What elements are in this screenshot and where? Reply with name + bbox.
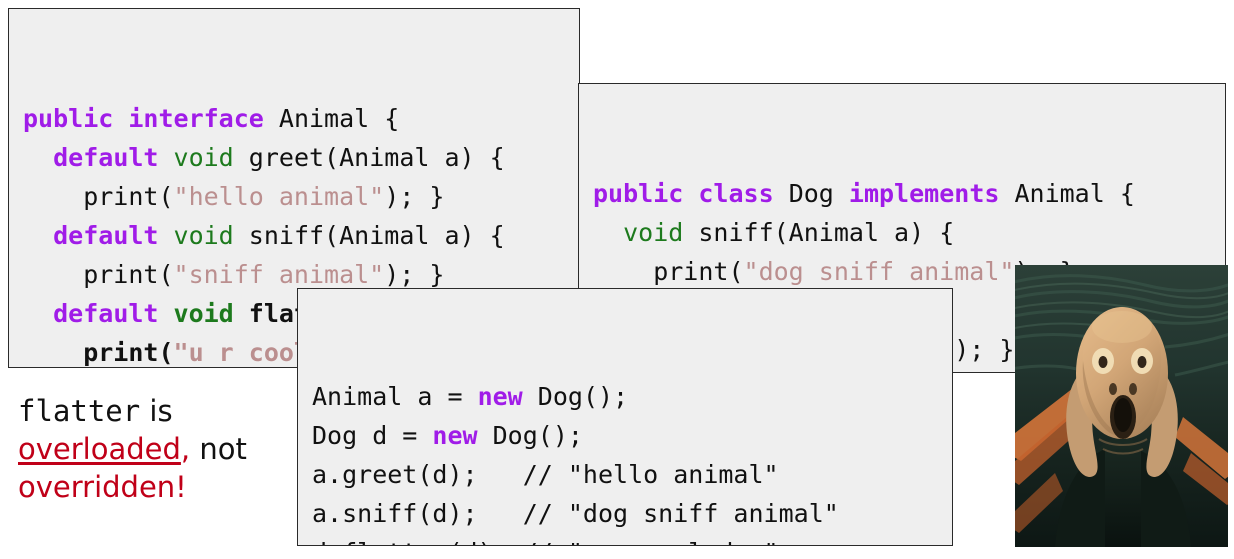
code-token: Dog [773, 179, 849, 208]
code-token: public [593, 179, 684, 208]
code-token: ); } [954, 335, 1015, 364]
code-line: d.flatter(d); // "u r cool dog" [312, 533, 952, 545]
the-scream-illustration [1015, 265, 1228, 547]
code-token: void [173, 143, 234, 172]
code-panel-usage-example: Animal a = new Dog(); Dog d = new Dog(); a… [297, 288, 953, 546]
code-line: Dog d = new Dog(); [312, 416, 952, 455]
code-token: void [623, 218, 684, 247]
code-token: Dog d = [312, 421, 433, 450]
code-token: print( [23, 260, 174, 289]
code-token: d.flatter(d); // "u r cool dog" [312, 538, 779, 545]
code-token: Dog(); [477, 421, 583, 450]
code-line: print("hello animal"); } [23, 177, 579, 216]
code-token: "hello animal" [173, 182, 385, 211]
code-line: a.sniff(d); // "dog sniff animal" [312, 494, 952, 533]
code-line: default void sniff(Animal a) { [23, 216, 579, 255]
annotation-comma: , [180, 432, 191, 466]
annotation-verb: is [140, 394, 173, 428]
code-token: default [53, 221, 159, 250]
code-line: a.greet(d); // "hello animal" [312, 455, 952, 494]
code-token: new [432, 421, 478, 450]
code-token: public [23, 104, 114, 133]
code-token: a.greet(d); // "hello animal" [312, 460, 779, 489]
code-lines-usage-example: Animal a = new Dog(); Dog d = new Dog(); a… [312, 377, 952, 545]
code-token: class [698, 179, 774, 208]
code-token: Dog(); [522, 382, 629, 411]
code-token: print( [593, 257, 744, 286]
code-line: void sniff(Animal a) { [593, 213, 1225, 252]
code-line: Animal a = new Dog(); [312, 377, 952, 416]
slide-canvas: public interface Animal { default void g… [0, 0, 1234, 559]
code-token: ); } [384, 260, 445, 289]
annotation-emphasis-overloaded: overloaded [18, 432, 181, 466]
code-line: public class Dog implements Animal { [593, 174, 1225, 213]
code-token: Animal { [263, 104, 400, 133]
code-token: print( [23, 182, 174, 211]
code-line: default void greet(Animal a) { [23, 138, 579, 177]
annotation-line-2: overloaded, not [18, 430, 288, 468]
code-token: greet(Animal a) { [233, 143, 505, 172]
annotation-overloaded-not-overridden: flatter is overloaded, not overridden! [18, 392, 288, 506]
code-token: "dog sniff animal" [743, 257, 1015, 286]
annotation-overridden: overridden! [18, 470, 187, 504]
annotation-not: not [190, 432, 247, 466]
annotation-line-1: flatter is [18, 392, 288, 430]
code-token: sniff(Animal a) { [683, 218, 955, 247]
code-token: default [53, 143, 159, 172]
code-token: implements [848, 179, 1000, 208]
code-token: Animal { [999, 179, 1135, 208]
annotation-method-name: flatter [18, 394, 141, 428]
code-token: void [173, 299, 234, 328]
code-token: sniff(Animal a) { [233, 221, 505, 250]
code-token: new [477, 382, 523, 411]
code-token: ); } [384, 182, 445, 211]
code-token: print( [23, 338, 174, 367]
annotation-line-3: overridden! [18, 468, 288, 506]
code-token: Animal a = [312, 382, 478, 411]
the-scream-image [1015, 265, 1228, 547]
code-token: interface [128, 104, 264, 133]
code-token: default [53, 299, 159, 328]
code-line: public interface Animal { [23, 99, 579, 138]
code-token: "sniff animal" [173, 260, 385, 289]
code-token: void [173, 221, 234, 250]
code-token: a.sniff(d); // "dog sniff animal" [312, 499, 839, 528]
